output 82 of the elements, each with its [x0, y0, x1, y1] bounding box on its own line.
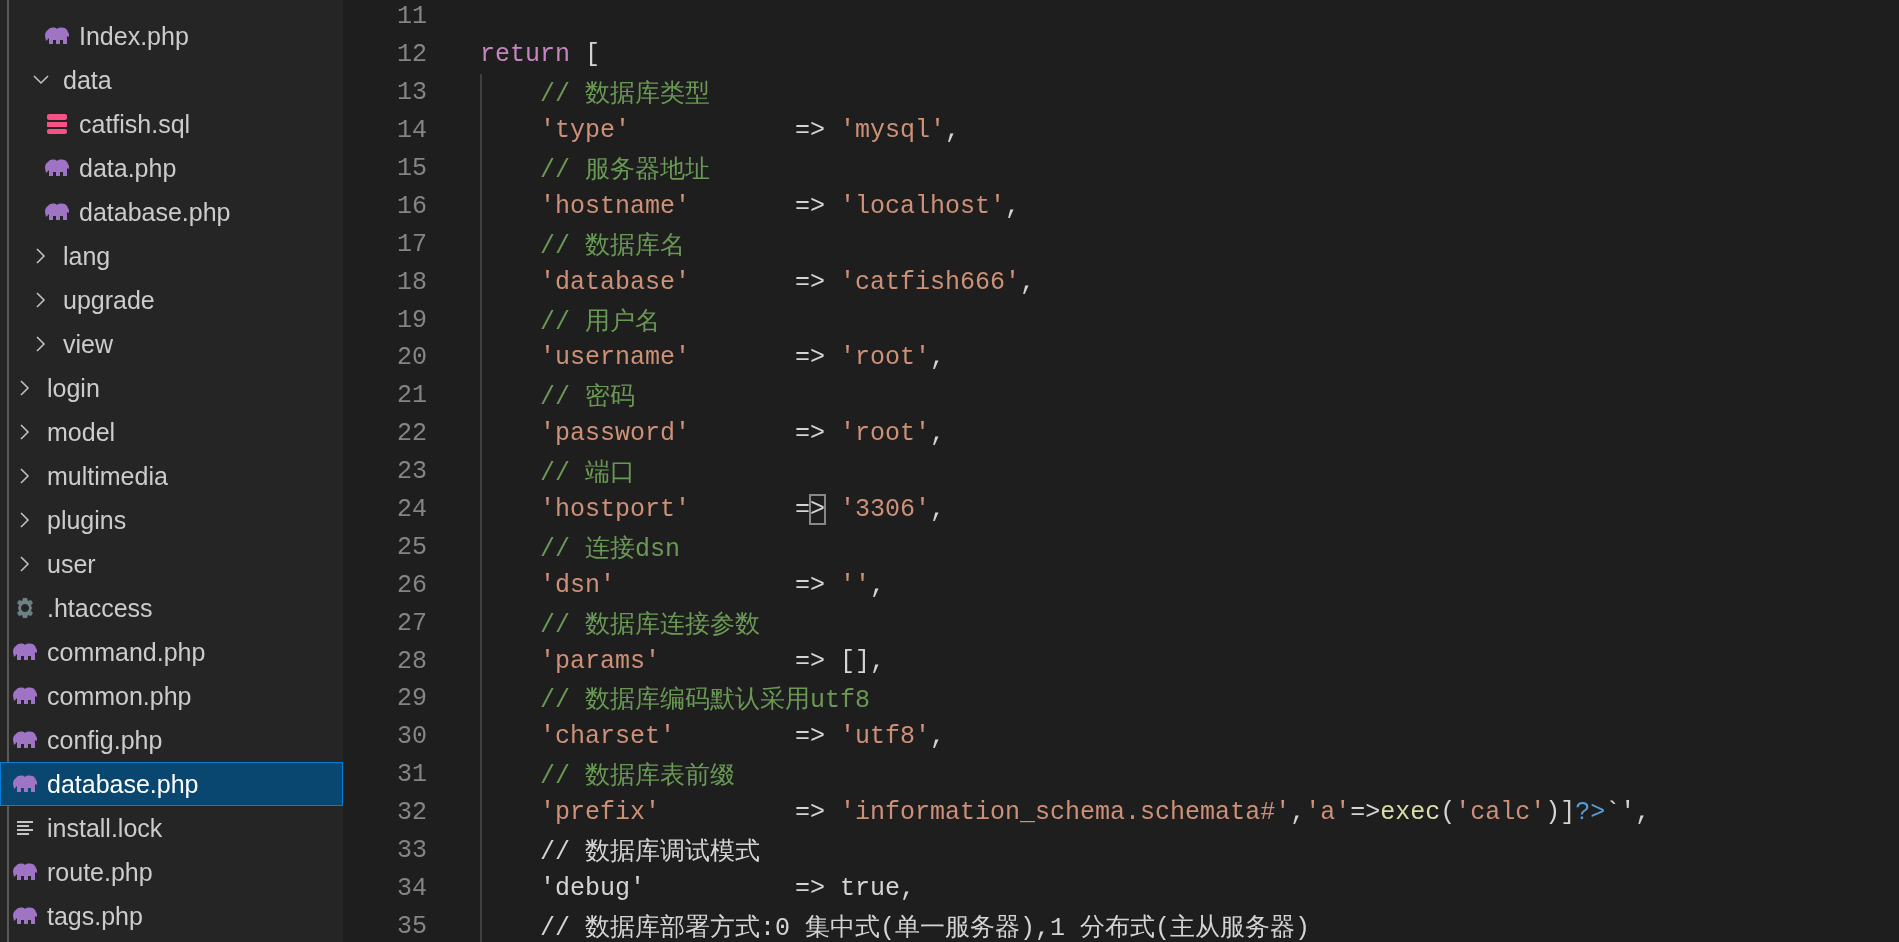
line-number: 33	[396, 836, 427, 866]
code-line: 'prefix' => 'information_schema.schemata#','a'=>exec('calc')]?>`',	[540, 798, 1651, 828]
code-line: 'type' => 'mysql',	[540, 116, 961, 146]
elephant-icon	[44, 159, 70, 177]
line-number: 24	[396, 495, 427, 524]
tree-item[interactable]: .htaccess	[0, 586, 343, 630]
code-line: // 数据库部署方式:0 集中式(单一服务器),1 分布式(主从服务器)	[540, 912, 1311, 942]
code-line: 'hostport' => '3306',	[540, 495, 946, 524]
elephant-icon	[12, 863, 38, 881]
code-line: // 数据库表前缀	[540, 761, 735, 792]
line-number: 23	[396, 457, 427, 487]
line-number: 17	[396, 229, 427, 259]
tree-item[interactable]: view	[0, 322, 343, 366]
line-number: 12	[396, 40, 427, 70]
database-icon	[46, 113, 68, 135]
code-line: // 密码	[540, 382, 635, 413]
tree-item[interactable]: install.lock	[0, 806, 343, 850]
tree-item[interactable]: database.php	[0, 190, 343, 234]
code-line: // 端口	[540, 458, 635, 489]
line-number: 25	[396, 532, 427, 562]
line-number: 22	[396, 419, 427, 449]
line-number: 18	[396, 267, 427, 297]
line-number: 19	[396, 305, 427, 335]
code-line: // 数据库类型	[540, 79, 710, 110]
elephant-icon	[12, 687, 38, 705]
tree-item[interactable]: config.php	[0, 718, 343, 762]
code-line: 'database' => 'catfish666',	[540, 267, 1036, 297]
code-line: // 服务器地址	[540, 155, 710, 185]
code-line: 'charset' => 'utf8',	[540, 722, 946, 752]
code-line: 'dsn' => '',	[540, 570, 886, 600]
tree-item[interactable]: catfish.sql	[0, 102, 343, 146]
line-number: 14	[396, 116, 427, 146]
tree-item[interactable]: database.php	[0, 762, 343, 806]
line-number: 21	[396, 381, 427, 411]
line-number: 30	[396, 722, 427, 752]
code-line: 'username' => 'root',	[540, 343, 946, 373]
line-number: 34	[396, 873, 427, 903]
tree-item[interactable]: plugins	[0, 498, 343, 542]
code-line: // 数据库连接参数	[540, 609, 760, 640]
tree-item[interactable]: lang	[0, 234, 343, 278]
tree-item[interactable]: data	[0, 58, 343, 102]
code-line: // 用户名	[540, 306, 660, 337]
code-line: 'debug' => true,	[540, 873, 916, 903]
code-line: // 数据库名	[540, 230, 685, 261]
elephant-icon	[12, 775, 38, 793]
code-line: // 数据库编码默认采用utf8	[540, 685, 871, 716]
code-line: // 数据库调试模式	[540, 837, 760, 868]
line-number: 31	[396, 760, 427, 790]
tree-item[interactable]: data.php	[0, 146, 343, 190]
tree-item[interactable]: model	[0, 410, 343, 454]
line-number: 28	[396, 646, 427, 676]
line-number: 27	[396, 608, 427, 638]
line-number: 20	[396, 343, 427, 373]
tree-item[interactable]: upgrade	[0, 278, 343, 322]
code-line: 'params' => [],	[540, 646, 886, 676]
code-line: 'hostname' => 'localhost',	[540, 191, 1021, 221]
tree-item[interactable]: route.php	[0, 850, 343, 894]
elephant-icon	[12, 907, 38, 925]
tree-item[interactable]: multimedia	[0, 454, 343, 498]
line-number: 11	[396, 2, 427, 32]
line-number: 16	[396, 191, 427, 221]
text-lines-icon	[16, 819, 34, 837]
tree-item[interactable]: tags.php	[0, 894, 343, 938]
tree-item[interactable]: Index.php	[0, 14, 343, 58]
elephant-icon	[44, 27, 70, 45]
tree-item[interactable]: login	[0, 366, 343, 410]
tree-item[interactable]: command.php	[0, 630, 343, 674]
settings-icon	[14, 597, 36, 619]
code-line: return [	[480, 40, 601, 70]
code-line: // 连接dsn	[540, 533, 680, 564]
elephant-icon	[12, 643, 38, 661]
elephant-icon	[12, 731, 38, 749]
tree-item[interactable]: user	[0, 542, 343, 586]
line-number: 35	[396, 911, 427, 941]
line-number: 15	[396, 154, 427, 183]
tree-item[interactable]: common.php	[0, 674, 343, 718]
line-number: 29	[396, 684, 427, 714]
line-number: 26	[396, 570, 427, 600]
line-number: 13	[396, 78, 427, 108]
code-line: 'password' => 'root',	[540, 419, 946, 449]
line-number: 32	[396, 798, 427, 828]
elephant-icon	[44, 203, 70, 221]
